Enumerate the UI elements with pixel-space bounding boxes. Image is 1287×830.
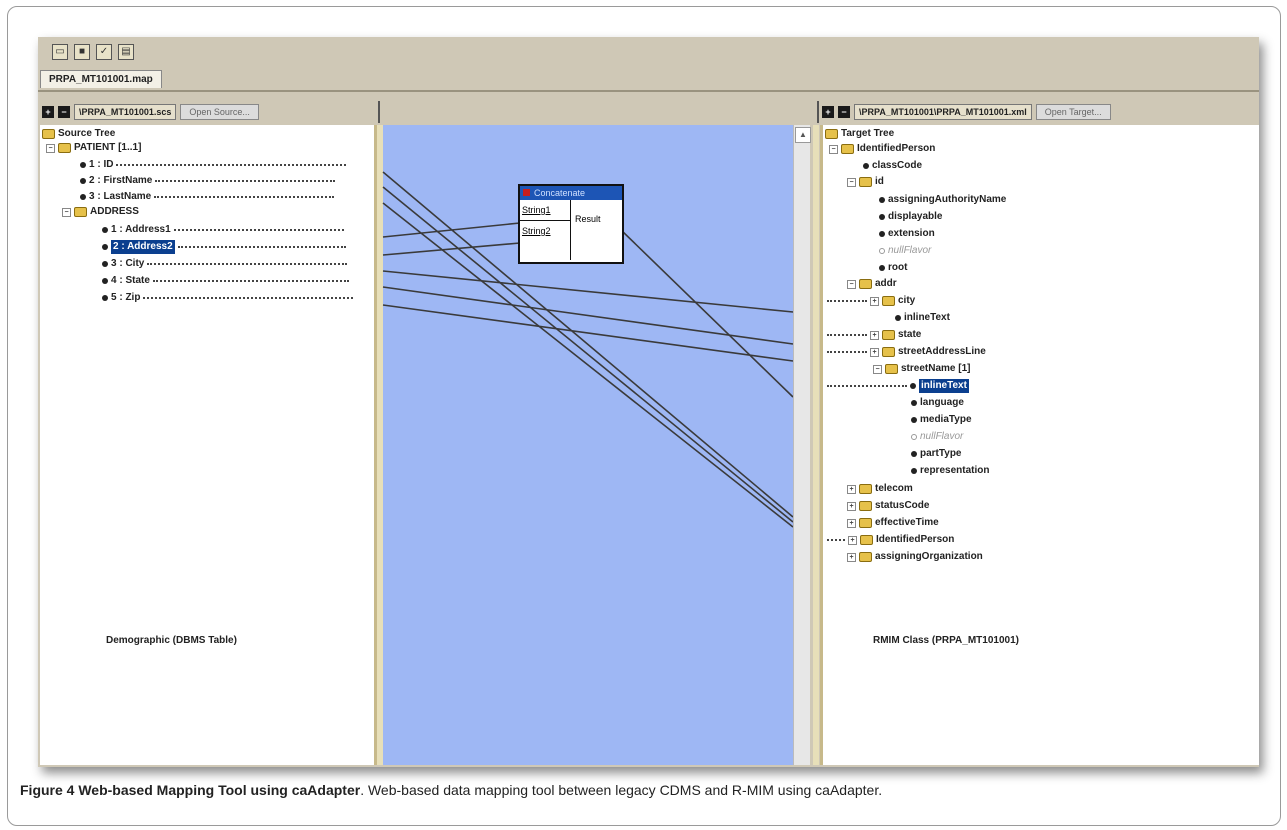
input-port-string1[interactable]: String1 <box>520 200 570 221</box>
target-field-nullflavor[interactable]: nullFlavor <box>879 244 931 258</box>
field-icon <box>910 383 916 389</box>
field-icon <box>879 248 885 254</box>
field-icon <box>911 400 917 406</box>
folder-icon <box>859 501 872 511</box>
folder-icon <box>859 552 872 562</box>
collapse-toggle-icon[interactable]: − <box>847 177 856 187</box>
dotted-leader <box>827 539 845 541</box>
output-port-result[interactable]: Result <box>571 200 622 260</box>
folder-icon <box>841 144 854 154</box>
right-splitter[interactable] <box>813 125 819 765</box>
telecom-node[interactable]: + telecom <box>847 482 913 496</box>
scroll-up-icon[interactable]: ▲ <box>795 127 811 143</box>
figure-caption: Figure 4 Web-based Mapping Tool using ca… <box>20 782 1270 798</box>
expand-toggle-icon[interactable]: + <box>847 484 856 494</box>
folder-icon <box>885 364 898 374</box>
mapping-line-address2 <box>382 242 521 256</box>
input-port-string2[interactable]: String2 <box>520 221 570 241</box>
identifiedperson-node[interactable]: − IdentifiedPerson <box>829 142 935 156</box>
dotted-leader <box>827 300 867 302</box>
target-field-classcode[interactable]: classCode <box>863 159 922 173</box>
expand-toggle-icon[interactable]: + <box>848 535 857 545</box>
collapse-toggle-icon[interactable]: − <box>829 144 838 154</box>
addr-node[interactable]: − addr <box>847 277 897 291</box>
folder-icon <box>859 518 872 528</box>
expand-toggle-icon[interactable]: + <box>870 347 879 357</box>
concatenate-function-box[interactable]: Concatenate String1 String2 Result <box>518 184 624 264</box>
field-icon <box>879 231 885 237</box>
collapse-toggle-icon[interactable]: − <box>873 364 882 374</box>
target-tree-root[interactable]: Target Tree <box>825 127 894 141</box>
field-icon <box>911 468 917 474</box>
target-field-assigningauthorityname[interactable]: assigningAuthorityName <box>879 193 1006 207</box>
folder-icon <box>860 535 873 545</box>
target-field-extension[interactable]: extension <box>879 227 935 241</box>
field-icon <box>879 197 885 203</box>
mapping-scrollbar[interactable]: ▲ <box>793 125 811 765</box>
target-field-nullflavor-2[interactable]: nullFlavor <box>911 430 963 444</box>
collapse-toggle-icon[interactable]: − <box>847 279 856 289</box>
folder-icon <box>859 279 872 289</box>
assigningorganization-node[interactable]: + assigningOrganization <box>847 550 983 564</box>
target-field-mediatype[interactable]: mediaType <box>911 413 972 427</box>
function-title-bar[interactable]: Concatenate <box>520 186 622 200</box>
mapping-line-zip <box>382 304 794 362</box>
field-icon <box>879 214 885 220</box>
target-field-representation[interactable]: representation <box>911 464 989 478</box>
target-field-root[interactable]: root <box>879 261 907 275</box>
field-icon <box>911 417 917 423</box>
streetaddressline-node[interactable]: + streetAddressLine <box>827 345 986 359</box>
target-field-inlinetext[interactable]: inlineText <box>895 311 950 325</box>
city-node[interactable]: + city <box>827 294 915 308</box>
dotted-leader <box>827 351 867 353</box>
mapping-line-result <box>619 228 794 398</box>
target-field-streetname-inlinetext[interactable]: inlineText <box>827 379 969 393</box>
field-icon <box>879 265 885 271</box>
target-field-language[interactable]: language <box>911 396 964 410</box>
target-caption: RMIM Class (PRPA_MT101001) <box>873 635 1019 646</box>
folder-icon <box>882 347 895 357</box>
folder-icon <box>882 330 895 340</box>
expand-toggle-icon[interactable]: + <box>847 501 856 511</box>
folder-icon <box>859 484 872 494</box>
expand-toggle-icon[interactable]: + <box>847 518 856 528</box>
close-icon[interactable] <box>523 189 530 196</box>
mapping-tool-window: ▭ ■ ✓ ▤ PRPA_MT101001.map + − \PRPA_MT10… <box>38 37 1259 767</box>
dotted-leader <box>827 385 907 387</box>
expand-toggle-icon[interactable]: + <box>870 330 879 340</box>
folder-icon <box>825 129 838 139</box>
target-field-parttype[interactable]: partType <box>911 447 962 461</box>
mapping-line-address1 <box>382 222 521 238</box>
mapping-line-state <box>382 286 794 345</box>
target-field-displayable[interactable]: displayable <box>879 210 942 224</box>
field-icon <box>911 434 917 440</box>
expand-toggle-icon[interactable]: + <box>847 552 856 562</box>
field-icon <box>911 451 917 457</box>
identifiedperson-child-node[interactable]: + IdentifiedPerson <box>827 533 954 547</box>
state-node[interactable]: + state <box>827 328 921 342</box>
id-node[interactable]: − id <box>847 175 884 189</box>
folder-icon <box>859 177 872 187</box>
field-icon <box>863 163 869 169</box>
figure-caption-label: Figure 4 Web-based Mapping Tool using ca… <box>20 782 361 798</box>
effectivetime-node[interactable]: + effectiveTime <box>847 516 939 530</box>
streetname-node[interactable]: − streetName [1] <box>873 362 970 376</box>
dotted-leader <box>827 334 867 336</box>
figure-caption-text: . Web-based data mapping tool between le… <box>360 782 883 798</box>
mapping-line-city <box>382 270 794 313</box>
expand-toggle-icon[interactable]: + <box>870 296 879 306</box>
folder-icon <box>882 296 895 306</box>
field-icon <box>895 315 901 321</box>
statuscode-node[interactable]: + statusCode <box>847 499 929 513</box>
target-tree-panel: Target Tree − IdentifiedPerson classCode … <box>820 125 1259 765</box>
